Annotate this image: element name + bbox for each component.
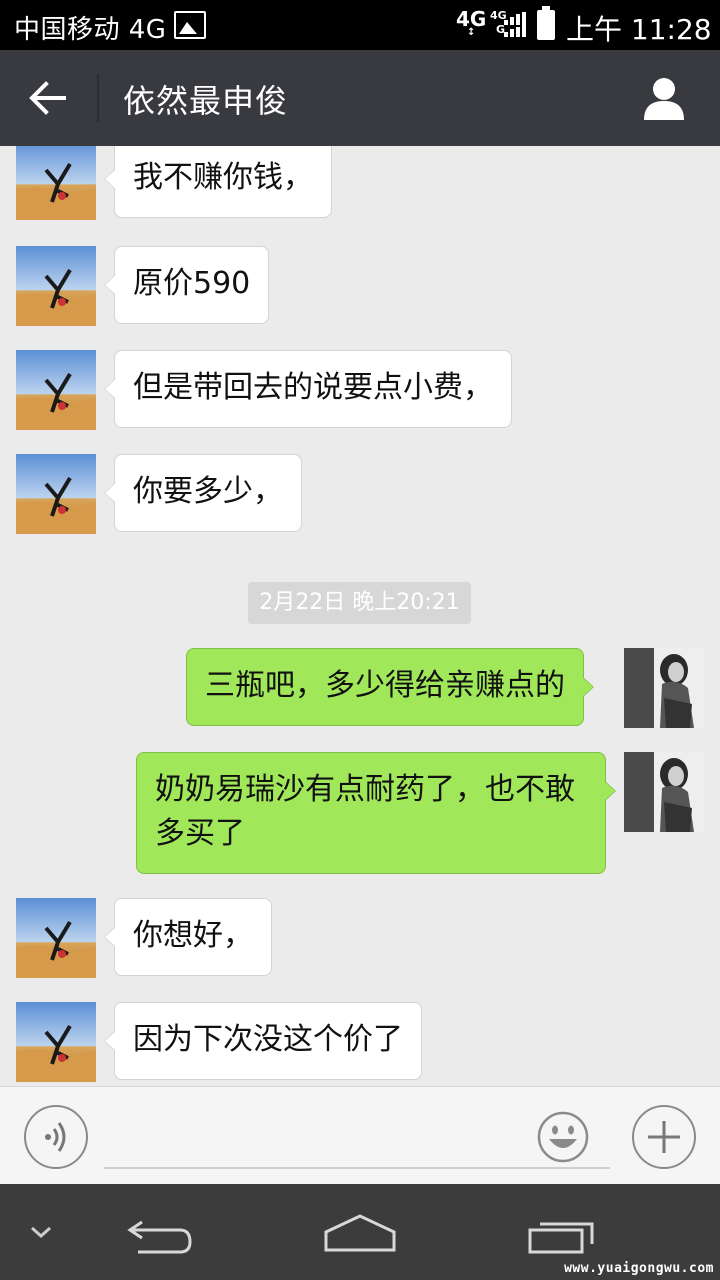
message-list[interactable]: 我不赚你钱， 原价590 但是带回去的说要点小费， 你要多少， 2月22日 晚上… [0, 146, 720, 1086]
message-bubble-received[interactable]: 但是带回去的说要点小费， [104, 350, 512, 428]
input-bar [0, 1086, 720, 1184]
message-bubble-sent[interactable]: 三瓶吧，多少得给亲赚点的 [186, 648, 594, 726]
clock: 上午 11:28 [566, 13, 712, 46]
timestamp-divider: 2月22日 晚上20:21 [248, 582, 471, 624]
person-icon[interactable] [642, 76, 686, 120]
contact-avatar[interactable] [16, 146, 96, 220]
chat-header: 依然最申俊 [0, 50, 720, 146]
plus-icon[interactable] [632, 1105, 696, 1169]
message-text: 三瓶吧，多少得给亲赚点的 [205, 668, 565, 703]
message-bubble-received[interactable]: 我不赚你钱， [104, 146, 332, 218]
watermark: www.yuaigongwu.com [564, 1261, 714, 1276]
my-avatar[interactable] [624, 648, 704, 728]
message-text: 原价590 [133, 266, 251, 301]
message-text: 但是带回去的说要点小费， [133, 370, 493, 405]
smiley-icon[interactable] [537, 1111, 589, 1163]
contact-avatar[interactable] [16, 1002, 96, 1082]
message-text: 你想好， [133, 918, 253, 953]
chevron-down-icon[interactable] [24, 1204, 58, 1260]
message-bubble-received[interactable]: 你想好， [104, 898, 272, 976]
message-text: 我不赚你钱， [133, 160, 313, 195]
contact-avatar[interactable] [16, 246, 96, 326]
contact-avatar[interactable] [16, 454, 96, 534]
message-bubble-received[interactable]: 原价590 [103, 246, 270, 324]
arrow-left-icon[interactable] [28, 80, 68, 116]
my-avatar[interactable] [624, 752, 704, 832]
message-input[interactable] [104, 1107, 610, 1169]
chat-title: 依然最申俊 [123, 82, 289, 120]
back-icon[interactable] [122, 1204, 196, 1260]
message-text: 你要多少， [133, 474, 283, 509]
message-bubble-received[interactable]: 你要多少， [104, 454, 302, 532]
voice-icon[interactable] [24, 1105, 88, 1169]
message-bubble-sent[interactable]: 奶奶易瑞沙有点耐药了，也不敢多买了 [136, 752, 616, 874]
network-type-primary: 4G ↕ [456, 9, 486, 38]
home-icon[interactable] [322, 1204, 398, 1260]
message-text: 因为下次没这个价了 [133, 1022, 403, 1057]
image-notification-icon [174, 11, 206, 39]
contact-avatar[interactable] [16, 898, 96, 978]
contact-avatar[interactable] [16, 350, 96, 430]
header-divider [97, 74, 99, 122]
system-nav-bar: www.yuaigongwu.com [0, 1184, 720, 1280]
carrier-label: 中国移动 4G [14, 15, 167, 45]
signal-strength-icon [504, 12, 526, 37]
battery-icon [537, 6, 555, 40]
recent-apps-icon[interactable] [526, 1204, 598, 1260]
message-bubble-received[interactable]: 因为下次没这个价了 [104, 1002, 422, 1080]
status-bar: 中国移动 4G 4G ↕ 4G G 上午 11:28 [0, 0, 720, 50]
message-text: 奶奶易瑞沙有点耐药了，也不敢多买了 [155, 772, 575, 851]
